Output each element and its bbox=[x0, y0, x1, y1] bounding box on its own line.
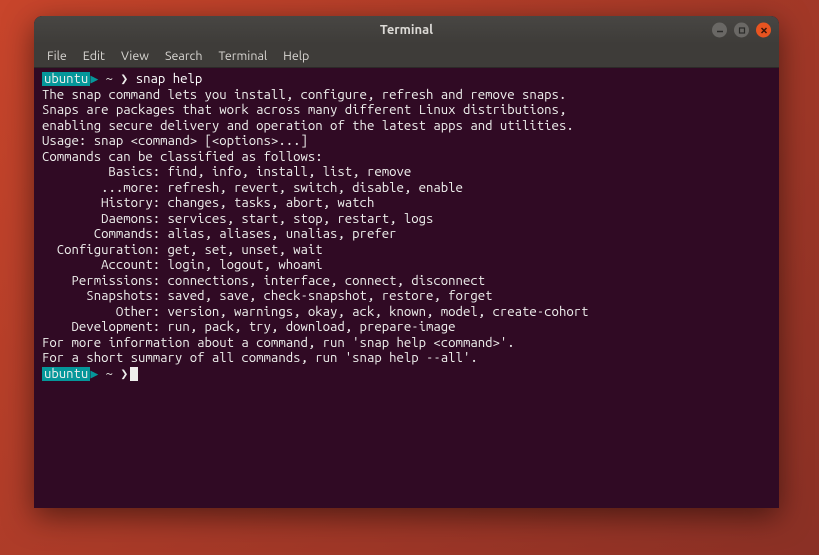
terminal-output[interactable]: ubuntu▶ ~ ❯ snap helpThe snap command le… bbox=[34, 68, 779, 508]
prompt-path: ~ bbox=[106, 367, 113, 381]
menu-edit[interactable]: Edit bbox=[76, 47, 112, 65]
menubar: File Edit View Search Terminal Help bbox=[34, 44, 779, 68]
output-line: Usage: snap <command> [<options>...] bbox=[42, 134, 771, 150]
window-title: Terminal bbox=[380, 23, 433, 37]
prompt-line-2: ubuntu▶ ~ ❯ bbox=[42, 367, 771, 383]
prompt-path: ~ bbox=[106, 72, 113, 86]
prompt-sep-icon: ▶ bbox=[90, 72, 98, 86]
output-line: Snapshots: saved, save, check-snapshot, … bbox=[42, 289, 771, 305]
menu-help[interactable]: Help bbox=[276, 47, 316, 65]
output-line: History: changes, tasks, abort, watch bbox=[42, 196, 771, 212]
close-button[interactable] bbox=[756, 23, 771, 38]
menu-file[interactable]: File bbox=[40, 47, 74, 65]
menu-search[interactable]: Search bbox=[158, 47, 210, 65]
output-line: For a short summary of all commands, run… bbox=[42, 351, 771, 367]
output-line: Snaps are packages that work across many… bbox=[42, 103, 771, 119]
output-line: Permissions: connections, interface, con… bbox=[42, 274, 771, 290]
terminal-window: Terminal File Edit View Search Terminal … bbox=[34, 16, 779, 508]
prompt-line-1: ubuntu▶ ~ ❯ snap help bbox=[42, 72, 771, 88]
output-line: The snap command lets you install, confi… bbox=[42, 88, 771, 104]
output-line: ...more: refresh, revert, switch, disabl… bbox=[42, 181, 771, 197]
window-controls bbox=[712, 23, 771, 38]
cursor bbox=[130, 367, 138, 381]
output-line: enabling secure delivery and operation o… bbox=[42, 119, 771, 135]
minimize-button[interactable] bbox=[712, 23, 727, 38]
prompt-host: ubuntu bbox=[42, 72, 90, 86]
output-line: Basics: find, info, install, list, remov… bbox=[42, 165, 771, 181]
output-line: Commands: alias, aliases, unalias, prefe… bbox=[42, 227, 771, 243]
output-line: Commands can be classified as follows: bbox=[42, 150, 771, 166]
titlebar[interactable]: Terminal bbox=[34, 16, 779, 44]
output-line: For more information about a command, ru… bbox=[42, 336, 771, 352]
output-line: Development: run, pack, try, download, p… bbox=[42, 320, 771, 336]
output-line: Account: login, logout, whoami bbox=[42, 258, 771, 274]
entered-command: snap help bbox=[136, 72, 202, 86]
output-line: Configuration: get, set, unset, wait bbox=[42, 243, 771, 259]
output-line: Other: version, warnings, okay, ack, kno… bbox=[42, 305, 771, 321]
menu-view[interactable]: View bbox=[114, 47, 156, 65]
output-line: Daemons: services, start, stop, restart,… bbox=[42, 212, 771, 228]
menu-terminal[interactable]: Terminal bbox=[212, 47, 275, 65]
prompt-sep-icon: ▶ bbox=[90, 367, 98, 381]
maximize-button[interactable] bbox=[734, 23, 749, 38]
prompt-host: ubuntu bbox=[42, 367, 90, 381]
